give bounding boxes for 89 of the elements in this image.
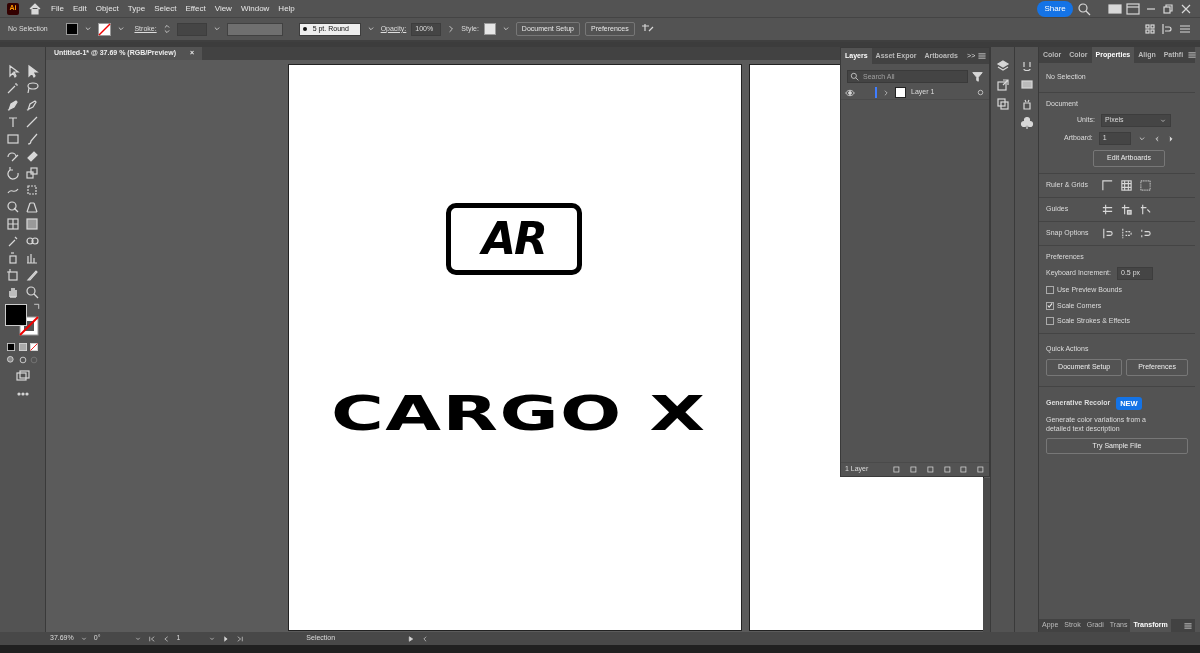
selection-arrow-icon[interactable] <box>6 64 20 78</box>
menu-item[interactable]: Window <box>240 2 270 15</box>
home-icon[interactable] <box>28 1 42 16</box>
line-icon[interactable] <box>25 115 39 129</box>
eyedropper-icon[interactable] <box>6 234 20 248</box>
guides-icon[interactable] <box>1101 202 1114 216</box>
club-icon[interactable] <box>1019 116 1034 130</box>
restore-icon[interactable] <box>1161 1 1176 16</box>
transparency-grid-icon[interactable] <box>1139 178 1152 192</box>
layer-thumbnail <box>895 87 906 98</box>
perspective-grid-icon[interactable] <box>25 200 39 214</box>
wordmark: CARGO X <box>331 384 707 443</box>
swap-icon[interactable] <box>32 301 41 310</box>
expand-icon[interactable] <box>882 87 890 98</box>
rotate-icon[interactable] <box>6 166 20 180</box>
panel-icon[interactable] <box>1125 1 1140 16</box>
menu-icon[interactable] <box>1187 50 1198 60</box>
eraser-icon[interactable] <box>25 149 39 163</box>
menu-icon[interactable] <box>977 51 988 61</box>
scrollbar[interactable] <box>983 478 990 632</box>
menu-item[interactable]: Effect <box>185 2 206 15</box>
brush-dot-icon <box>302 27 307 31</box>
next-icon[interactable] <box>222 634 231 643</box>
grid-icon[interactable] <box>1120 178 1133 192</box>
bar-graph-icon[interactable] <box>25 251 39 265</box>
checkbox[interactable] <box>1046 317 1054 326</box>
menu-item[interactable]: Type <box>127 2 146 15</box>
draw-normal-icon[interactable] <box>5 355 16 366</box>
first-icon[interactable] <box>148 634 157 643</box>
artboard-icon[interactable] <box>6 268 20 282</box>
previous-icon[interactable] <box>162 634 171 643</box>
menu-item[interactable]: Help <box>278 2 295 15</box>
gradient-icon[interactable] <box>25 217 39 231</box>
draw-behind-icon[interactable] <box>17 355 28 366</box>
lasso-icon[interactable] <box>25 81 39 95</box>
zoom-icon[interactable] <box>25 285 39 299</box>
share-button[interactable]: Share <box>1037 0 1073 17</box>
logo-emblem: AR <box>446 203 582 275</box>
snap-point-icon[interactable] <box>1101 226 1114 240</box>
shaper-icon[interactable] <box>6 149 20 163</box>
pen-curve-icon[interactable] <box>25 98 39 112</box>
align-icon[interactable] <box>1160 22 1175 36</box>
blend-icon[interactable] <box>25 234 39 248</box>
stroke-swatch[interactable] <box>97 22 111 36</box>
last-icon[interactable] <box>236 634 245 643</box>
paintbrush-icon[interactable] <box>25 132 39 146</box>
menu-item[interactable]: Edit <box>72 2 87 15</box>
snap-grid-icon[interactable] <box>1120 226 1133 240</box>
filter-icon[interactable] <box>972 71 983 82</box>
fill-swatch[interactable] <box>65 23 78 35</box>
grid-icon[interactable] <box>1142 22 1157 36</box>
eye-icon[interactable] <box>845 87 855 98</box>
menu-item[interactable]: Object <box>95 2 119 15</box>
shape-builder-icon[interactable] <box>6 200 20 214</box>
free-transform-icon[interactable] <box>25 183 39 197</box>
color-mode-icon[interactable] <box>5 341 16 352</box>
magic-wand-icon[interactable] <box>6 81 20 95</box>
previous-icon[interactable] <box>1152 134 1161 143</box>
slice-icon[interactable] <box>25 268 39 282</box>
none-mode-icon[interactable] <box>29 341 40 352</box>
menu-item[interactable]: Select <box>154 2 177 15</box>
pen-icon[interactable] <box>6 98 20 112</box>
swatches-icon[interactable] <box>1019 78 1034 92</box>
fill-color-swatch[interactable] <box>4 303 27 326</box>
gradient-mode-icon[interactable] <box>17 341 28 352</box>
smart-guides-icon[interactable] <box>1139 202 1152 216</box>
checkbox[interactable] <box>1046 286 1054 295</box>
direct-selection-icon[interactable] <box>25 64 39 78</box>
ruler-icon[interactable] <box>1101 178 1114 192</box>
variable-width-field <box>226 22 283 36</box>
checkbox[interactable] <box>1046 301 1054 310</box>
menu-icon[interactable] <box>1178 22 1192 36</box>
layers-icon[interactable] <box>995 59 1010 73</box>
hand-icon[interactable] <box>6 285 20 299</box>
style-swatch[interactable] <box>483 23 496 35</box>
scale-icon[interactable] <box>25 166 39 180</box>
screen-mode-icon[interactable] <box>14 369 31 383</box>
menu-item[interactable]: File <box>51 2 64 15</box>
artboards-icon[interactable] <box>995 97 1010 111</box>
lock-guides-icon[interactable] <box>1120 202 1133 216</box>
type-icon[interactable] <box>6 115 20 129</box>
mesh-icon[interactable] <box>6 217 20 231</box>
rectangle-icon[interactable] <box>6 132 20 146</box>
search-icon[interactable] <box>1076 1 1091 16</box>
target-icon[interactable] <box>976 88 985 97</box>
menu-icon[interactable] <box>1183 620 1194 631</box>
workspace-icon[interactable] <box>1108 1 1122 16</box>
menu-item[interactable]: View <box>214 2 232 15</box>
play-icon[interactable] <box>407 634 416 643</box>
